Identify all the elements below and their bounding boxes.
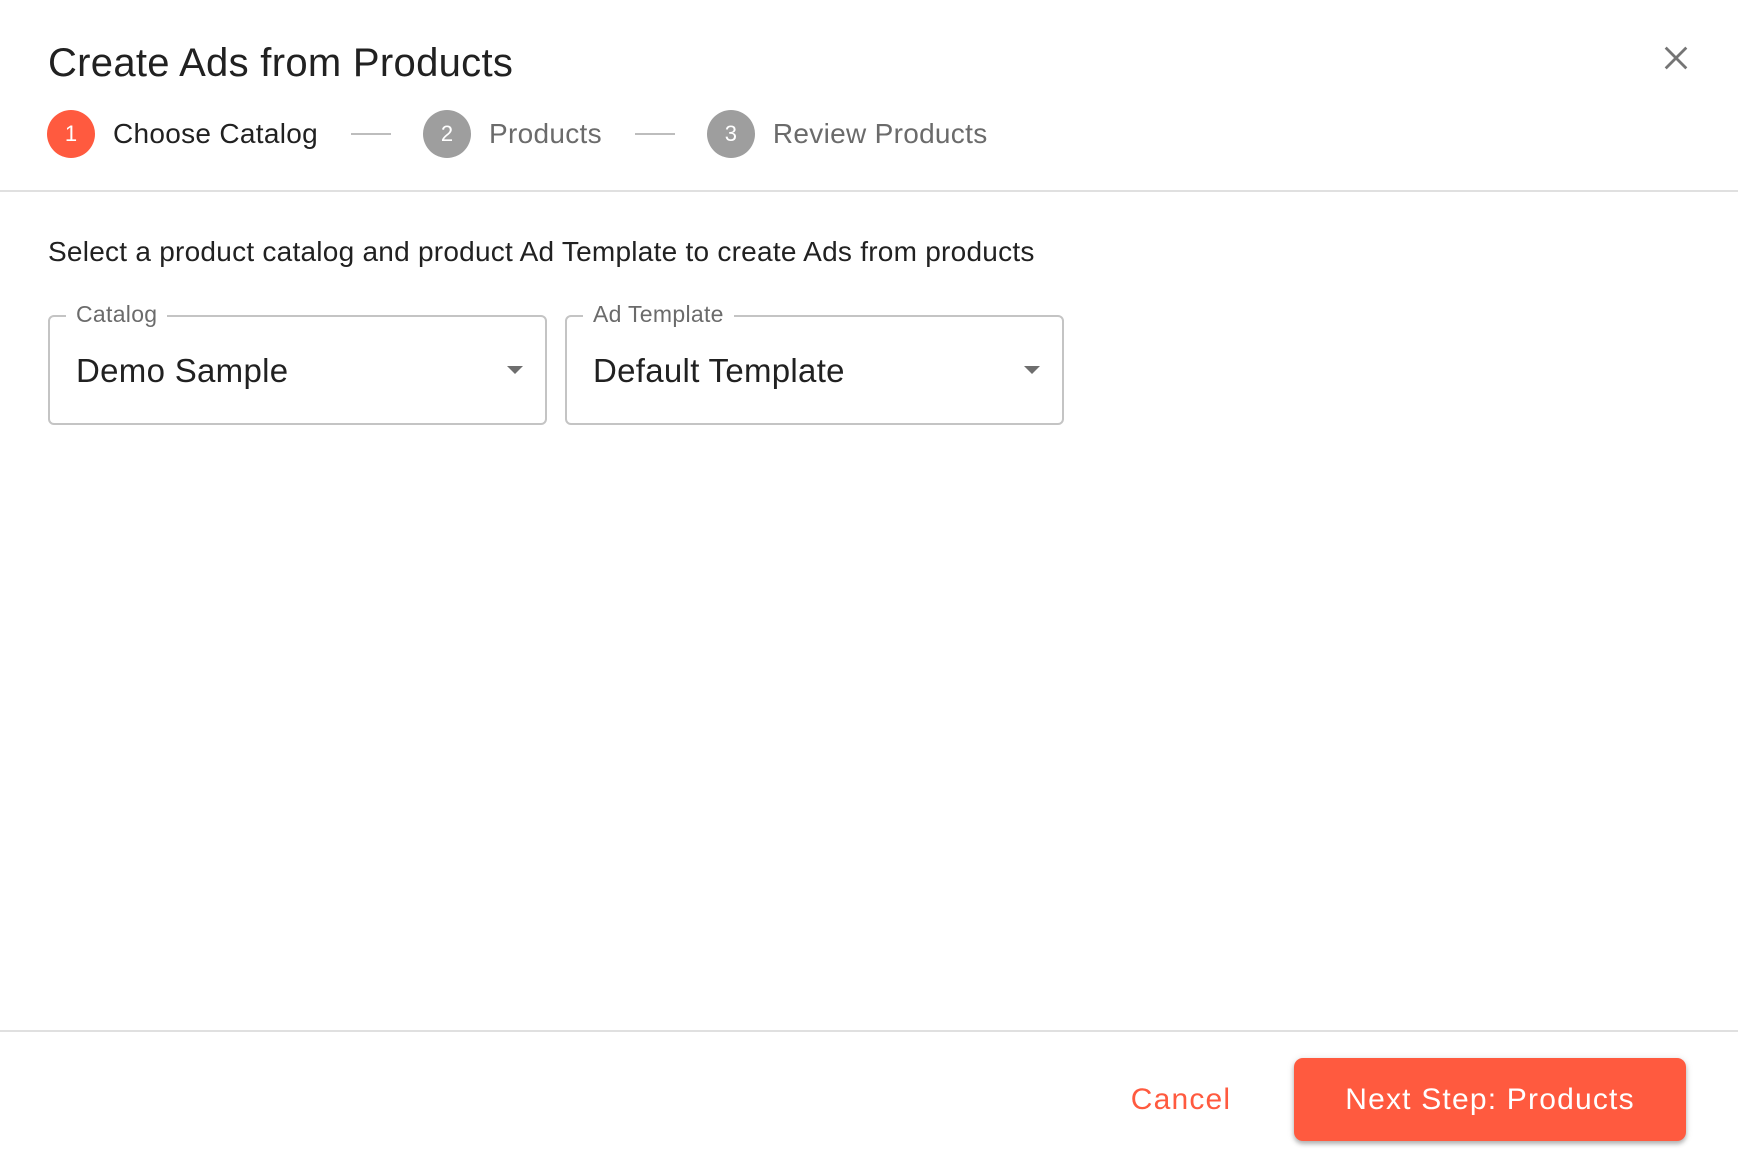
step-label: Choose Catalog: [113, 118, 318, 149]
step-label: Products: [489, 118, 602, 149]
dialog-title: Create Ads from Products: [48, 41, 514, 85]
step-connector: [351, 133, 391, 135]
step-number-badge: 2: [423, 110, 471, 158]
next-step-button[interactable]: Next Step: Products: [1294, 1058, 1686, 1141]
cancel-button[interactable]: Cancel: [1110, 1066, 1252, 1134]
catalog-value: Demo Sample: [76, 352, 289, 389]
step-review-products[interactable]: 3 Review Products: [706, 110, 988, 158]
ad-template-select[interactable]: Ad Template Default Template: [565, 299, 1064, 425]
step-label: Review Products: [772, 118, 988, 149]
instructions-text: Select a product catalog and product Ad …: [48, 236, 1035, 267]
close-button[interactable]: [1656, 38, 1696, 78]
step-number-badge: 1: [47, 110, 95, 158]
ad-template-label: Ad Template: [583, 299, 734, 329]
step-connector: [634, 133, 675, 135]
step-products[interactable]: 2 Products: [423, 110, 602, 158]
header-divider: [0, 190, 1738, 192]
footer-divider: [0, 1030, 1738, 1032]
catalog-select[interactable]: Catalog Demo Sample: [48, 299, 547, 425]
dropdown-arrow-icon: [507, 366, 523, 374]
step-choose-catalog[interactable]: 1 Choose Catalog: [47, 110, 318, 158]
create-ads-dialog: Create Ads from Products 1 Choose Catalo…: [0, 0, 1738, 1168]
dropdown-arrow-icon: [1024, 366, 1040, 374]
step-number-badge: 3: [706, 110, 755, 158]
stepper: 1 Choose Catalog 2 Products 3 Review Pro…: [47, 110, 988, 158]
catalog-label: Catalog: [66, 299, 168, 329]
close-icon: [1664, 46, 1688, 70]
ad-template-value: Default Template: [593, 352, 845, 389]
